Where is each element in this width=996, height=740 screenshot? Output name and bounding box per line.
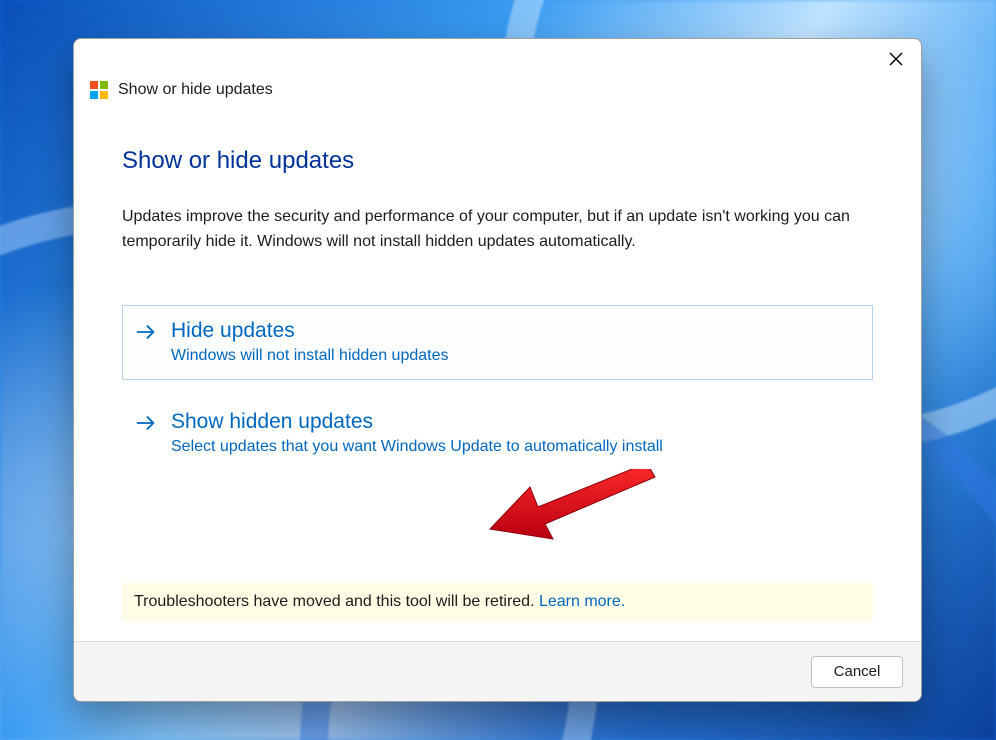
troubleshooter-dialog: Show or hide updates Show or hide update…: [73, 38, 922, 702]
option-title: Show hidden updates: [171, 409, 663, 434]
page-title: Show or hide updates: [122, 147, 873, 175]
callout-arrow-icon: [485, 469, 665, 559]
close-icon: [889, 52, 903, 66]
learn-more-link[interactable]: Learn more.: [539, 593, 625, 610]
dialog-content: Show or hide updates Updates improve the…: [74, 99, 921, 641]
page-description: Updates improve the security and perform…: [122, 205, 873, 255]
option-hide-updates[interactable]: Hide updates Windows will not install hi…: [122, 305, 873, 380]
dialog-footer: Cancel: [74, 641, 921, 701]
arrow-right-icon: [135, 413, 157, 433]
notice-text: Troubleshooters have moved and this tool…: [134, 593, 539, 610]
cancel-button[interactable]: Cancel: [811, 656, 903, 688]
option-subtitle: Windows will not install hidden updates: [171, 347, 448, 365]
titlebar: [74, 39, 921, 79]
arrow-right-icon: [135, 322, 157, 342]
retirement-notice: Troubleshooters have moved and this tool…: [122, 583, 873, 621]
option-subtitle: Select updates that you want Windows Upd…: [171, 438, 663, 456]
option-show-hidden-updates[interactable]: Show hidden updates Select updates that …: [122, 396, 873, 471]
close-button[interactable]: [879, 44, 913, 74]
dialog-header: Show or hide updates: [74, 75, 921, 99]
microsoft-logo-icon: [90, 81, 108, 99]
app-name: Show or hide updates: [118, 81, 273, 99]
option-title: Hide updates: [171, 318, 448, 343]
